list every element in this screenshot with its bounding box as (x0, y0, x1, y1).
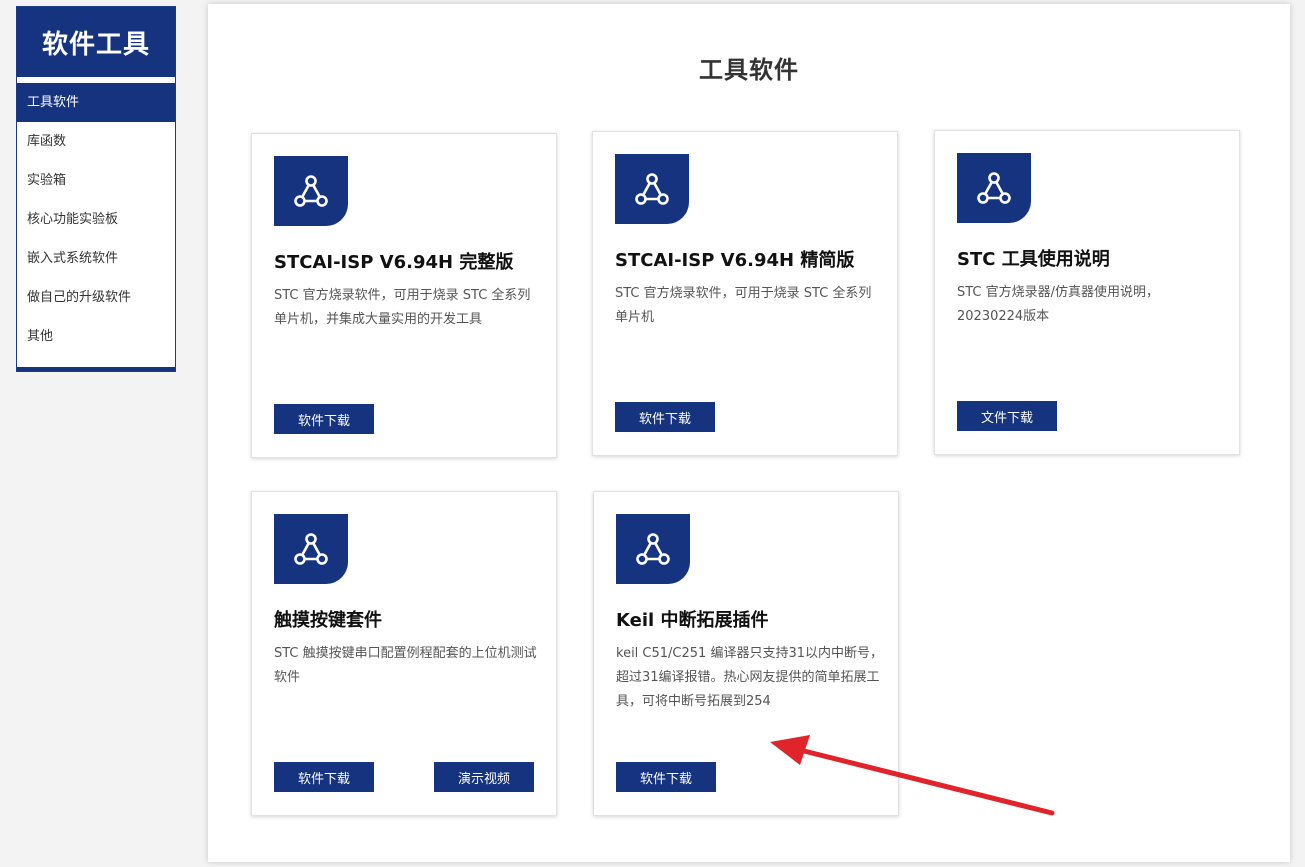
share-nodes-icon (615, 154, 689, 224)
card-stc-tool-manual: STC 工具使用说明 STC 官方烧录器/仿真器使用说明，20230224版本 … (934, 130, 1240, 455)
sidebar-item-embedded-software[interactable]: 嵌入式系统软件 (17, 239, 175, 278)
sidebar-item-library[interactable]: 库函数 (17, 122, 175, 161)
sidebar-title: 软件工具 (17, 7, 175, 77)
sidebar-item-core-board[interactable]: 核心功能实验板 (17, 200, 175, 239)
software-download-button[interactable]: 软件下载 (274, 762, 374, 792)
card-description: keil C51/C251 编译器只支持31以内中断号，超过31编译报错。热心网… (616, 646, 883, 709)
card-title: STCAI-ISP V6.94H 精简版 (615, 250, 855, 271)
software-download-button[interactable]: 软件下载 (616, 762, 716, 792)
sidebar-item-tool-software[interactable]: 工具软件 (17, 83, 175, 122)
card-title: Keil 中断拓展插件 (616, 610, 769, 631)
demo-video-button[interactable]: 演示视频 (434, 762, 534, 792)
card-description: STC 官方烧录软件，可用于烧录 STC 全系列单片机，并集成大量实用的开发工具 (274, 288, 531, 327)
card-title: STC 工具使用说明 (957, 249, 1110, 270)
card-touch-key-kit: 触摸按键套件 STC 触摸按键串口配置例程配套的上位机测试软件 软件下载 演示视… (251, 491, 557, 816)
main-panel: 工具软件 STCAI-ISP V6.94H 完整版 STC 官方烧录软件，可用于… (208, 4, 1290, 862)
sidebar-item-upgrade-software[interactable]: 做自己的升级软件 (17, 278, 175, 317)
card-description: STC 触摸按键串口配置例程配套的上位机测试软件 (274, 646, 537, 685)
card-stcai-isp-lite: STCAI-ISP V6.94H 精简版 STC 官方烧录软件，可用于烧录 ST… (592, 131, 898, 456)
share-nodes-icon (616, 514, 690, 584)
page-title: 工具软件 (699, 56, 799, 84)
sidebar-item-other[interactable]: 其他 (17, 317, 175, 356)
sidebar-footer-bar (17, 367, 175, 371)
sidebar: 软件工具 工具软件 库函数 实验箱 核心功能实验板 嵌入式系统软件 做自己的升级… (16, 6, 176, 372)
card-title: 触摸按键套件 (274, 610, 382, 631)
card-stcai-isp-full: STCAI-ISP V6.94H 完整版 STC 官方烧录软件，可用于烧录 ST… (251, 133, 557, 458)
card-title: STCAI-ISP V6.94H 完整版 (274, 252, 514, 273)
share-nodes-icon (957, 153, 1031, 223)
file-download-button[interactable]: 文件下载 (957, 401, 1057, 431)
software-download-button[interactable]: 软件下载 (615, 402, 715, 432)
sidebar-item-experiment-box[interactable]: 实验箱 (17, 161, 175, 200)
software-download-button[interactable]: 软件下载 (274, 404, 374, 434)
share-nodes-icon (274, 514, 348, 584)
card-description: STC 官方烧录软件，可用于烧录 STC 全系列单片机 (615, 286, 872, 325)
share-nodes-icon (274, 156, 348, 226)
card-keil-interrupt-plugin: Keil 中断拓展插件 keil C51/C251 编译器只支持31以内中断号，… (593, 491, 899, 816)
card-description: STC 官方烧录器/仿真器使用说明，20230224版本 (957, 285, 1160, 324)
